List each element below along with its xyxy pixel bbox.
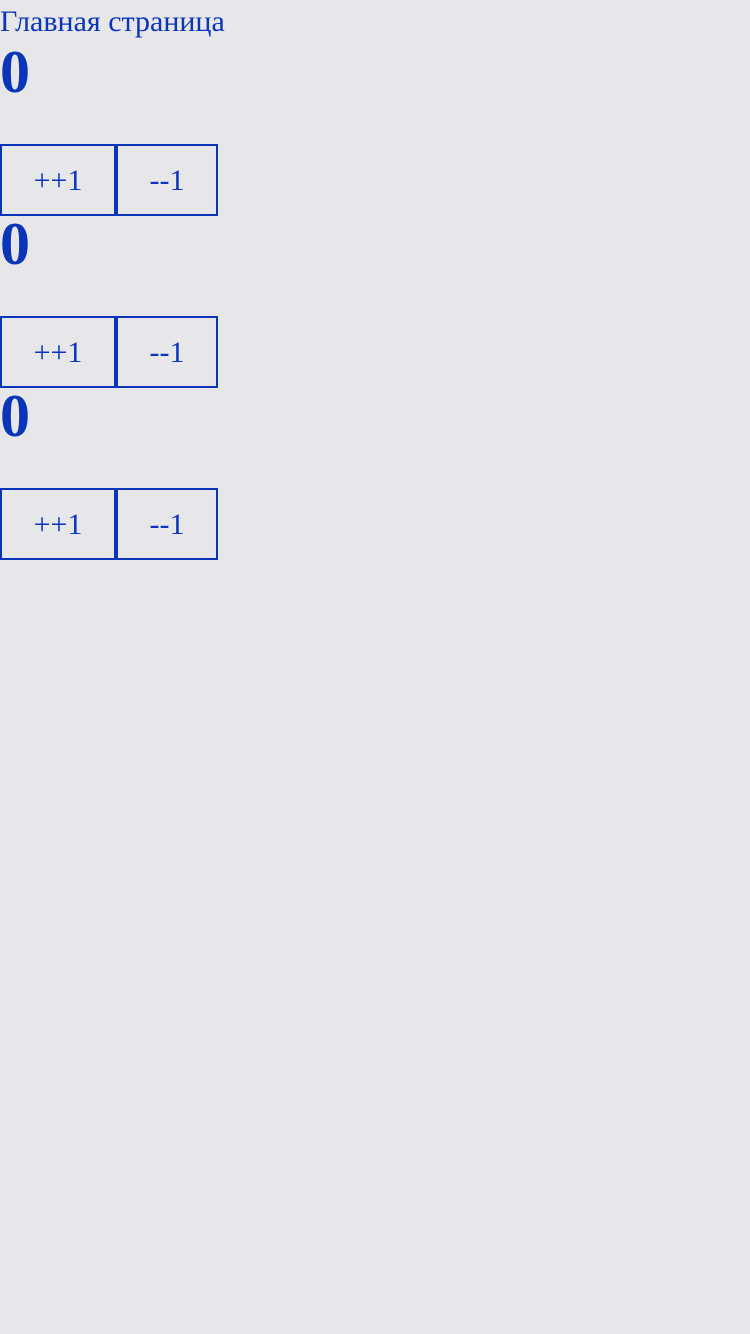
counter-2: 0 ++1 --1: [0, 211, 260, 388]
increment-button[interactable]: ++1: [0, 144, 116, 216]
decrement-button[interactable]: --1: [116, 316, 218, 388]
decrement-button[interactable]: --1: [116, 144, 218, 216]
counter-value: 0: [0, 383, 30, 449]
decrement-button[interactable]: --1: [116, 488, 218, 560]
counter-value: 0: [0, 211, 30, 277]
counter-3: 0 ++1 --1: [0, 383, 260, 560]
increment-button[interactable]: ++1: [0, 488, 116, 560]
increment-button[interactable]: ++1: [0, 316, 116, 388]
counter-1: 0 ++1 --1: [0, 39, 260, 216]
page-title: Главная страница: [0, 5, 225, 38]
counter-value: 0: [0, 39, 30, 105]
